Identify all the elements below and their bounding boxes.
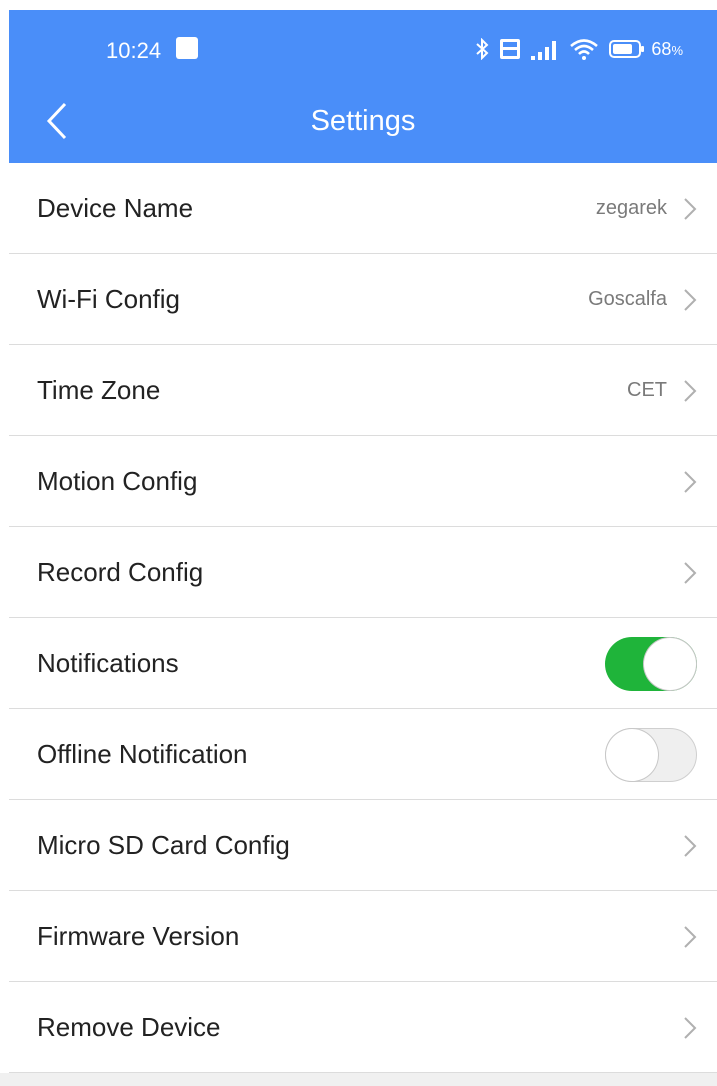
row-label: Notifications — [37, 648, 179, 678]
settings-row-record-config[interactable]: Record Config — [9, 527, 717, 618]
toggle-knob — [606, 729, 658, 781]
settings-row-remove-device[interactable]: Remove Device — [9, 982, 717, 1073]
row-label: Time Zone — [37, 375, 161, 405]
offline-notification-toggle[interactable] — [605, 728, 697, 782]
row-value: zegarek — [595, 197, 667, 219]
row-label: Firmware Version — [37, 921, 240, 951]
status-bar: 10:24 68% — [9, 10, 717, 86]
settings-row-offline-notification: Offline Notification — [9, 709, 717, 800]
page-title: Settings — [310, 105, 416, 137]
settings-row-wifi-config[interactable]: Wi-Fi Config Goscalfa — [9, 254, 717, 345]
battery-percent: 68% — [651, 38, 683, 59]
chevron-right-icon — [684, 835, 697, 857]
battery-icon — [609, 40, 645, 58]
row-label: Wi-Fi Config — [37, 284, 181, 314]
signal-icon — [531, 41, 557, 60]
footer-band — [0, 1073, 717, 1086]
row-label: Remove Device — [37, 1012, 221, 1042]
notifications-toggle[interactable] — [605, 637, 697, 691]
chevron-right-icon — [684, 1017, 697, 1039]
row-label: Motion Config — [37, 466, 198, 496]
settings-row-notifications: Notifications — [9, 618, 717, 709]
toggle-knob — [644, 638, 696, 690]
settings-row-motion-config[interactable]: Motion Config — [9, 436, 717, 527]
chevron-right-icon — [684, 289, 697, 311]
chevron-right-icon — [684, 926, 697, 948]
settings-row-device-name[interactable]: Device Name zegarek — [9, 163, 717, 254]
settings-row-firmware-version[interactable]: Firmware Version — [9, 891, 717, 982]
chevron-right-icon — [684, 471, 697, 493]
row-label: Record Config — [37, 557, 204, 587]
settings-row-sd-card-config[interactable]: Micro SD Card Config — [9, 800, 717, 891]
row-label: Device Name — [37, 193, 194, 223]
notification-icon — [176, 37, 198, 59]
page-margin — [0, 0, 9, 1086]
row-value: Goscalfa — [588, 288, 667, 310]
wifi-icon — [570, 39, 599, 60]
volte-icon — [500, 39, 521, 59]
bluetooth-icon — [476, 38, 489, 60]
row-label: Micro SD Card Config — [37, 830, 290, 860]
app-header: 10:24 68% Settings — [9, 10, 717, 163]
status-time: 10:24 — [106, 38, 162, 63]
chevron-right-icon — [684, 380, 697, 402]
row-value: CET — [627, 379, 667, 401]
row-label: Offline Notification — [37, 739, 248, 769]
chevron-right-icon — [684, 562, 697, 584]
chevron-right-icon — [684, 198, 697, 220]
status-icons: 68% — [475, 36, 683, 62]
settings-row-time-zone[interactable]: Time Zone CET — [9, 345, 717, 436]
settings-list: Device Name zegarek Wi-Fi Config Goscalf… — [9, 163, 717, 1073]
